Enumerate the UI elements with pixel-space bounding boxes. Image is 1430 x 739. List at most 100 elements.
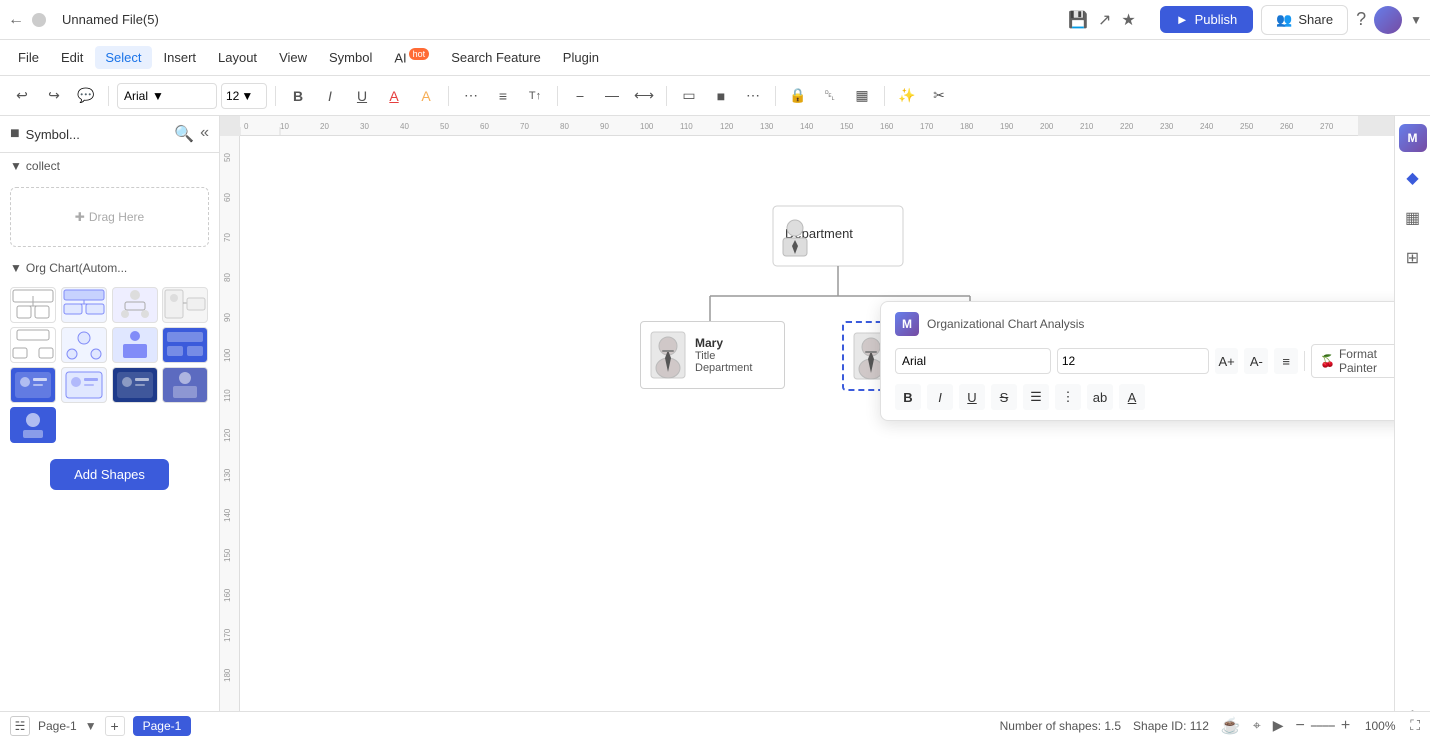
popup-size-selector[interactable] <box>1057 348 1209 374</box>
menu-plugin[interactable]: Plugin <box>553 46 609 69</box>
popup-color-button[interactable]: A <box>1119 384 1145 410</box>
shape-thumb-1[interactable] <box>10 287 56 323</box>
collapse-icon[interactable]: « <box>200 124 209 144</box>
menu-edit[interactable]: Edit <box>51 46 93 69</box>
popup-grow-button[interactable]: A+ <box>1215 348 1239 374</box>
drag-here-zone[interactable]: ✚ Drag Here <box>10 187 209 247</box>
toolbar-separator-4 <box>557 86 558 106</box>
shape-thumb-12[interactable] <box>162 367 208 403</box>
menu-symbol[interactable]: Symbol <box>319 46 382 69</box>
text-grow-button[interactable]: T↑ <box>521 82 549 110</box>
menu-search-feature[interactable]: Search Feature <box>441 46 551 69</box>
org-node-mary[interactable]: Mary Title Department <box>640 321 785 389</box>
connector-button[interactable]: ⟷ <box>630 82 658 110</box>
highlight-button[interactable]: A <box>412 82 440 110</box>
org-chart-section-header[interactable]: ▼ Org Chart(Autom... <box>0 255 219 281</box>
popup-strike-button[interactable]: S <box>991 384 1017 410</box>
collect-section-header[interactable]: ▼ collect <box>0 153 219 179</box>
popup-ul-button[interactable]: ⋮ <box>1055 384 1081 410</box>
crop-button[interactable]: ✂ <box>925 82 953 110</box>
format-painter-button[interactable]: 🍒 Format Painter <box>1311 344 1394 378</box>
rect-button[interactable]: ▭ <box>675 82 703 110</box>
line-button[interactable]: ⎯ <box>566 82 594 110</box>
save-icon[interactable]: 💾 <box>1068 10 1088 30</box>
shape-thumb-2[interactable] <box>61 287 107 323</box>
shape-button[interactable]: ■ <box>707 82 735 110</box>
align-left-button[interactable]: ⋯ <box>457 82 485 110</box>
popup-align-button[interactable]: ≡ <box>1274 348 1298 374</box>
page-chevron[interactable]: ▼ <box>85 719 97 733</box>
popup-shrink-button[interactable]: A- <box>1244 348 1268 374</box>
zoom-out-button[interactable]: − <box>1295 717 1304 735</box>
shape-thumb-7[interactable] <box>112 327 158 363</box>
data-icon[interactable]: ▦ <box>1399 204 1427 232</box>
canvas-container[interactable]: 0 10 20 30 40 50 60 70 80 90 100 110 120… <box>220 116 1394 739</box>
shape-thumb-10[interactable] <box>61 367 107 403</box>
search-icon[interactable]: 🔍 <box>174 124 194 144</box>
magic-button[interactable]: ✨ <box>893 82 921 110</box>
zoom-slider[interactable]: ⎯⎯⎯⎯ <box>1311 718 1335 733</box>
grid-icon[interactable]: ⊞ <box>1399 244 1427 272</box>
popup-underline-button[interactable]: U <box>959 384 985 410</box>
toolbar-separator-7 <box>884 86 885 106</box>
shape-thumb-9[interactable] <box>10 367 56 403</box>
popup-italic-button[interactable]: I <box>927 384 953 410</box>
zoom-in-button[interactable]: + <box>1341 717 1350 735</box>
shape-thumb-8[interactable] <box>162 327 208 363</box>
menu-insert[interactable]: Insert <box>154 46 207 69</box>
bold-button[interactable]: B <box>284 82 312 110</box>
window-btn-1[interactable] <box>32 13 46 27</box>
font-size-selector[interactable]: 12 ▼ <box>221 83 267 109</box>
delete-button[interactable]: ␡ <box>816 82 844 110</box>
right-panel: M ◆ ▦ ⊞ ⋮ <box>1394 116 1430 739</box>
undo-button[interactable]: ↩ <box>8 82 36 110</box>
zoom-level[interactable]: 100% <box>1362 719 1398 733</box>
publish-button[interactable]: ► Publish <box>1160 6 1254 33</box>
svg-text:220: 220 <box>1120 122 1134 131</box>
back-icon[interactable]: ← <box>8 11 24 29</box>
account-chevron[interactable]: ▼ <box>1410 13 1422 27</box>
popup-bold-button[interactable]: B <box>895 384 921 410</box>
line-style-button[interactable]: ⎯⎯ <box>598 82 626 110</box>
italic-button[interactable]: I <box>316 82 344 110</box>
focus-icon[interactable]: ⌖ <box>1253 717 1261 734</box>
add-page-button[interactable]: + <box>105 716 125 736</box>
shape-thumb-3[interactable] <box>112 287 158 323</box>
page-tab[interactable]: Page-1 <box>133 716 192 736</box>
avatar[interactable] <box>1374 6 1402 34</box>
miroo-logo[interactable]: M <box>1399 124 1427 152</box>
style-icon[interactable]: ◆ <box>1399 164 1427 192</box>
font-color-button[interactable]: A <box>380 82 408 110</box>
shape-thumb-4[interactable] <box>162 287 208 323</box>
menu-ai[interactable]: AIhot <box>384 45 439 69</box>
shape-thumb-11[interactable] <box>112 367 158 403</box>
page-frame-icon[interactable]: ☵ <box>10 716 30 736</box>
popup-code-button[interactable]: ab <box>1087 384 1113 410</box>
underline-button[interactable]: U <box>348 82 376 110</box>
shape-thumb-13[interactable] <box>10 407 56 443</box>
menu-file[interactable]: File <box>8 46 49 69</box>
comment-button[interactable]: 💬 <box>72 82 100 110</box>
popup-font-selector[interactable] <box>895 348 1051 374</box>
table-button[interactable]: ▦ <box>848 82 876 110</box>
font-selector[interactable]: Arial ▼ <box>117 83 217 109</box>
redo-button[interactable]: ↪ <box>40 82 68 110</box>
add-shapes-button[interactable]: Add Shapes <box>50 459 169 490</box>
popup-ol-button[interactable]: ☰ <box>1023 384 1049 410</box>
canvas[interactable]: M Organizational Chart Analysis ✖ A+ A- … <box>240 136 1394 719</box>
share-button[interactable]: 👥 Share <box>1261 5 1348 35</box>
menu-select[interactable]: Select <box>95 46 151 69</box>
export-icon[interactable]: ↗ <box>1098 10 1111 30</box>
align-center-button[interactable]: ≡ <box>489 82 517 110</box>
help-icon[interactable]: ? <box>1356 9 1366 30</box>
shape-thumb-5[interactable] <box>10 327 56 363</box>
menu-view[interactable]: View <box>269 46 317 69</box>
layers-icon[interactable]: ☕ <box>1221 716 1241 736</box>
menu-layout[interactable]: Layout <box>208 46 267 69</box>
shape-thumb-6[interactable] <box>61 327 107 363</box>
star-icon[interactable]: ★ <box>1121 10 1135 30</box>
more-shapes-button[interactable]: ⋯ <box>739 82 767 110</box>
fullscreen-button[interactable]: ⛶ <box>1410 717 1420 734</box>
lock-button[interactable]: 🔒 <box>784 82 812 110</box>
play-icon[interactable]: ▶ <box>1273 717 1284 734</box>
